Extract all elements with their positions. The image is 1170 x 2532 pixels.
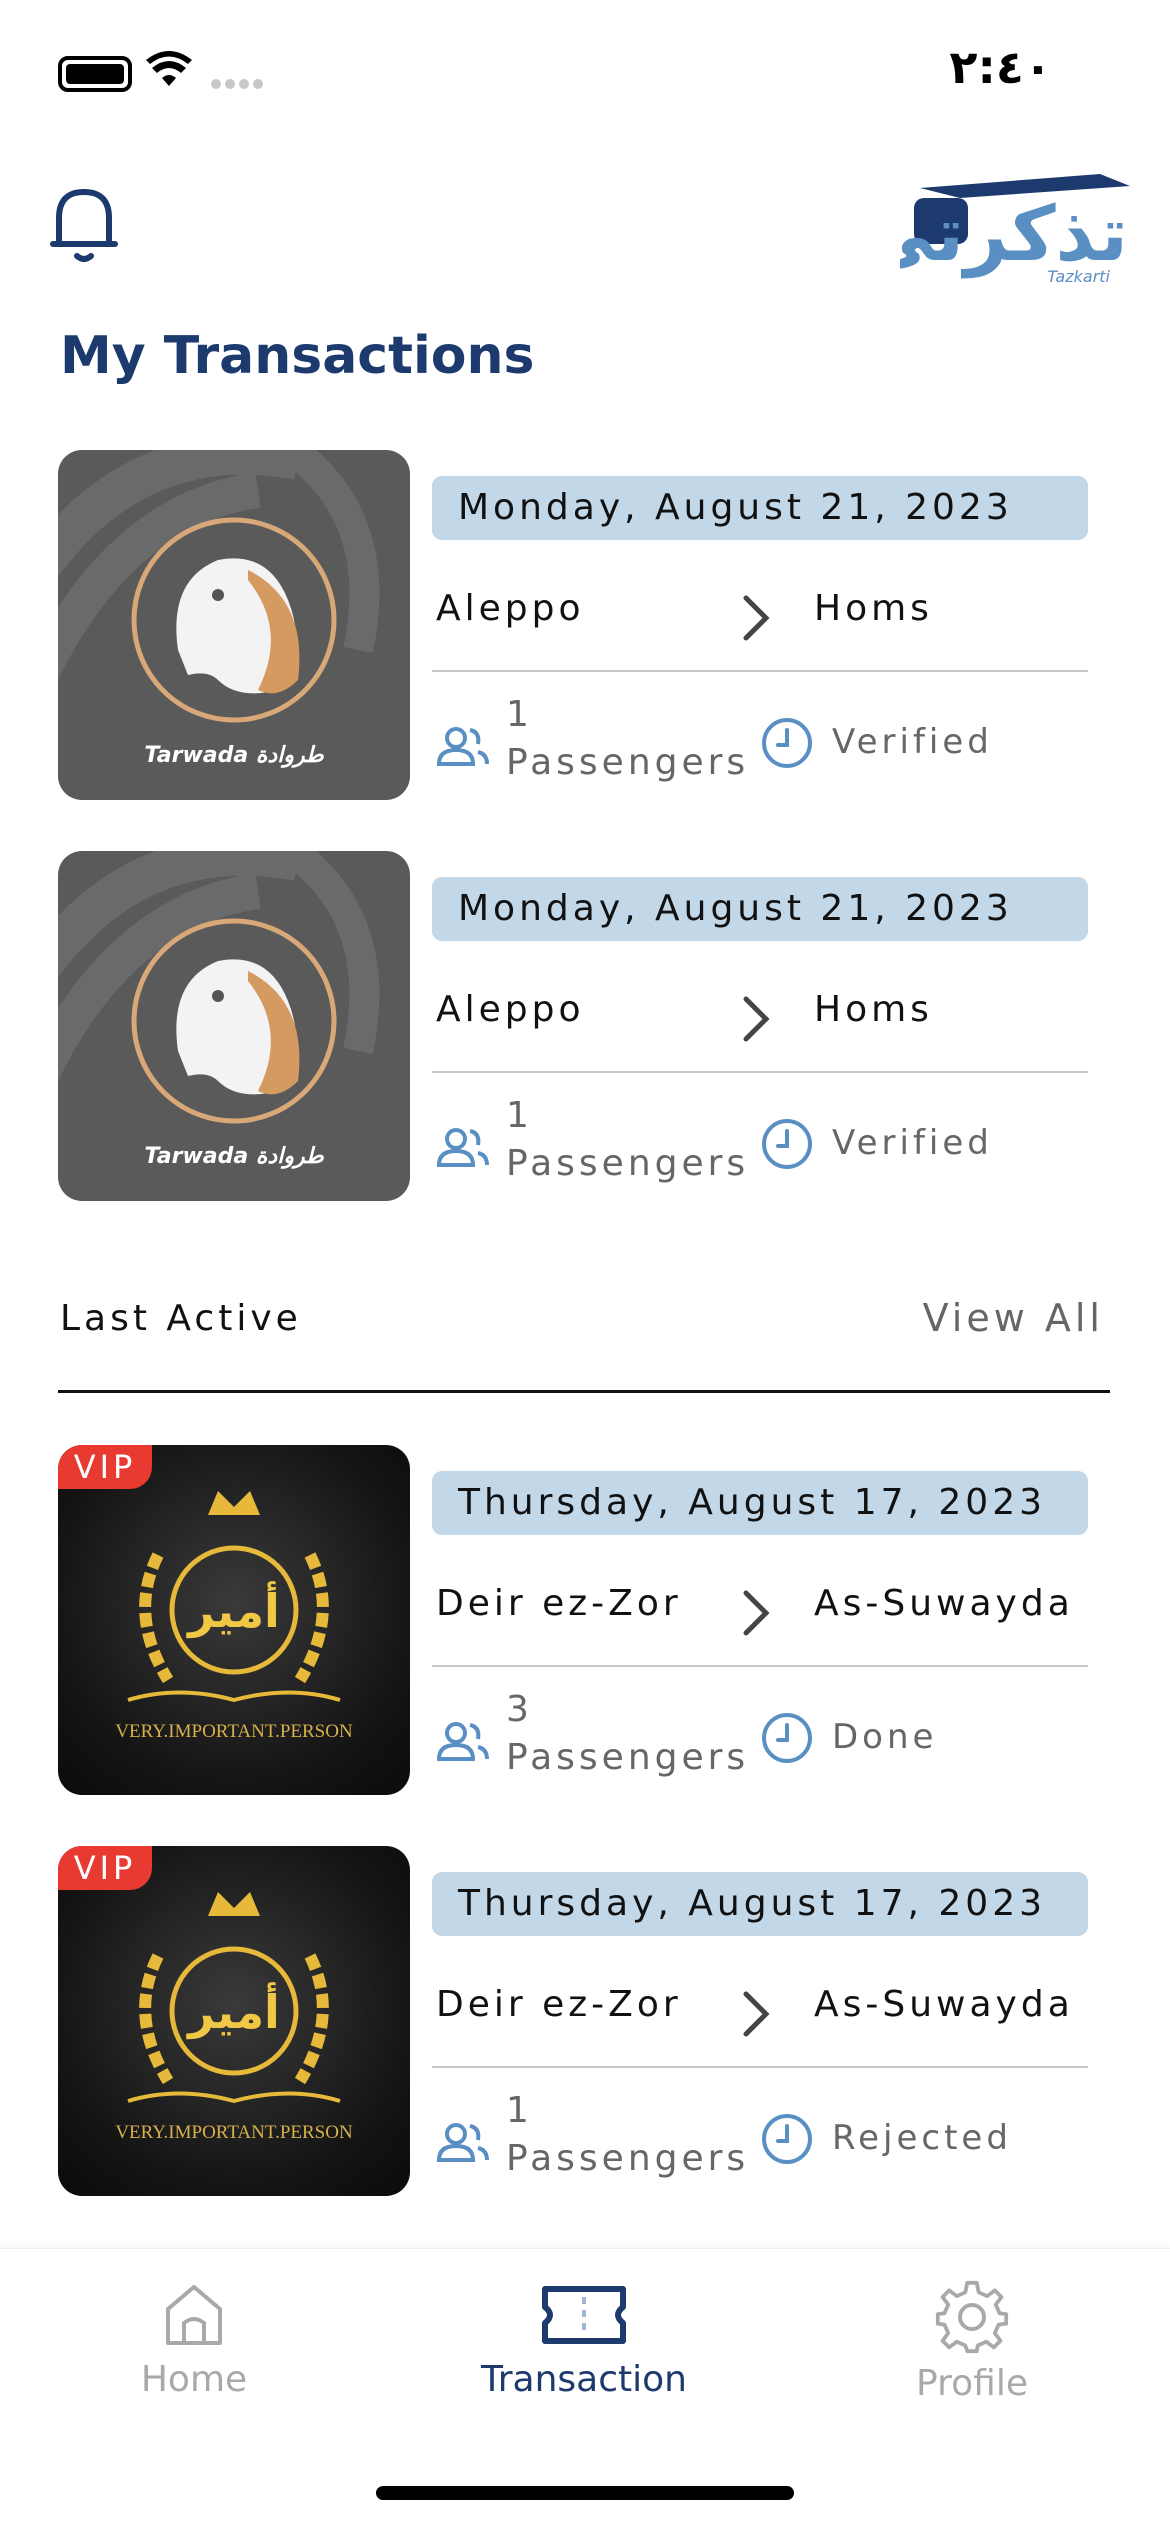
- svg-text:أمير: أمير: [186, 1581, 280, 1638]
- svg-text:أمير: أمير: [186, 1982, 280, 2039]
- home-icon: [166, 2285, 222, 2345]
- chevron-right-icon: [743, 1991, 770, 2037]
- app-logo: تذكرتي Tazkarti: [859, 168, 1140, 288]
- page-title: My Transactions: [60, 326, 535, 386]
- trip-date: Monday, August 21, 2023: [432, 476, 1088, 540]
- to-city: As-Suwayda: [814, 1583, 1074, 1624]
- card-divider: [432, 2066, 1088, 2068]
- clock-icon: [762, 1713, 812, 1763]
- svg-text:Tarwada طروادة: Tarwada طروادة: [144, 1144, 325, 1169]
- logo-subtitle: Tazkarti: [1047, 267, 1110, 286]
- passengers-icon: [436, 1722, 489, 1761]
- home-indicator: [376, 2486, 794, 2500]
- trip-date: Thursday, August 17, 2023: [432, 1872, 1088, 1936]
- tazkarti-logo-icon: تذكرتي Tazkarti: [859, 174, 1130, 286]
- from-city: Deir ez-Zor: [436, 1583, 682, 1624]
- nav-label-home: Home: [140, 2359, 248, 2400]
- to-city: Homs: [814, 989, 933, 1030]
- status-badge: Done: [832, 1717, 938, 1757]
- logo-text: تذكرتي: [900, 189, 1128, 279]
- svg-text:Tarwada طروادة: Tarwada طروادة: [144, 743, 325, 768]
- company-logo-tarwada: Tarwada طروادة: [58, 851, 410, 1201]
- nav-item-home[interactable]: Home: [64, 2279, 324, 2400]
- nav-item-profile[interactable]: Profile: [842, 2279, 1102, 2404]
- card-divider: [432, 1665, 1088, 1667]
- chevron-right-icon: [743, 1590, 770, 1636]
- passengers-icon: [436, 727, 489, 766]
- clock-icon: [762, 1119, 812, 1169]
- company-logo-tarwada: Tarwada طروادة: [58, 450, 410, 800]
- passenger-label: Passengers: [506, 1737, 750, 1778]
- transaction-card[interactable]: VIP أمير VERY.IMPORTANT.PERSON Thursday,…: [58, 1846, 1088, 2196]
- passenger-count: 1: [506, 694, 533, 735]
- to-city: As-Suwayda: [814, 1984, 1074, 2025]
- vip-badge: VIP: [58, 1445, 152, 1489]
- status-badge: Verified: [832, 722, 993, 762]
- trip-date: Thursday, August 17, 2023: [432, 1471, 1088, 1535]
- trip-date: Monday, August 21, 2023: [432, 877, 1088, 941]
- transaction-card[interactable]: VIP أمير VERY.IMPORTANT.PERSON Thursday,…: [58, 1445, 1088, 1795]
- company-logo-vip: VIP أمير VERY.IMPORTANT.PERSON: [58, 1846, 410, 2196]
- from-city: Deir ez-Zor: [436, 1984, 682, 2025]
- vip-badge: VIP: [58, 1846, 152, 1890]
- status-badge: Rejected: [832, 2118, 1012, 2158]
- transaction-card[interactable]: Tarwada طروادة Monday, August 21, 2023 A…: [58, 450, 1088, 800]
- gear-icon: [935, 2280, 1009, 2354]
- status-bar: ٢:٤٠: [0, 0, 1170, 150]
- passenger-label: Passengers: [506, 742, 750, 783]
- battery-icon: [58, 56, 132, 92]
- card-divider: [432, 1071, 1088, 1073]
- transaction-card[interactable]: Tarwada طروادة Monday, August 21, 2023 A…: [58, 851, 1088, 1201]
- passenger-count: 1: [506, 2090, 533, 2131]
- company-logo-vip: VIP أمير VERY.IMPORTANT.PERSON: [58, 1445, 410, 1795]
- notification-bell-icon[interactable]: [45, 180, 123, 266]
- clock-icon: [762, 2114, 812, 2164]
- status-time: ٢:٤٠: [949, 40, 1052, 94]
- svg-text:VERY.IMPORTANT.PERSON: VERY.IMPORTANT.PERSON: [115, 2122, 353, 2143]
- view-all-link[interactable]: View All: [923, 1296, 1104, 1340]
- card-divider: [432, 670, 1088, 672]
- wifi-icon: [146, 51, 192, 86]
- section-title-last-active: Last Active: [60, 1298, 302, 1339]
- section-divider: [58, 1390, 1110, 1393]
- clock-icon: [762, 718, 812, 768]
- passenger-count: 1: [506, 1095, 533, 1136]
- nav-label-transaction: Transaction: [481, 2359, 687, 2400]
- passenger-label: Passengers: [506, 2138, 750, 2179]
- signal-icon: [211, 79, 263, 89]
- status-badge: Verified: [832, 1123, 993, 1163]
- svg-text:VERY.IMPORTANT.PERSON: VERY.IMPORTANT.PERSON: [115, 1721, 353, 1742]
- from-city: Aleppo: [436, 588, 585, 629]
- nav-item-transaction[interactable]: Transaction: [454, 2279, 714, 2400]
- passenger-count: 3: [506, 1689, 533, 1730]
- to-city: Homs: [814, 588, 933, 629]
- chevron-right-icon: [743, 996, 770, 1042]
- from-city: Aleppo: [436, 989, 585, 1030]
- nav-label-profile: Profile: [916, 2363, 1028, 2404]
- passengers-icon: [436, 2123, 489, 2162]
- passenger-label: Passengers: [506, 1143, 750, 1184]
- ticket-icon: [542, 2286, 626, 2344]
- passengers-icon: [436, 1128, 489, 1167]
- chevron-right-icon: [743, 595, 770, 641]
